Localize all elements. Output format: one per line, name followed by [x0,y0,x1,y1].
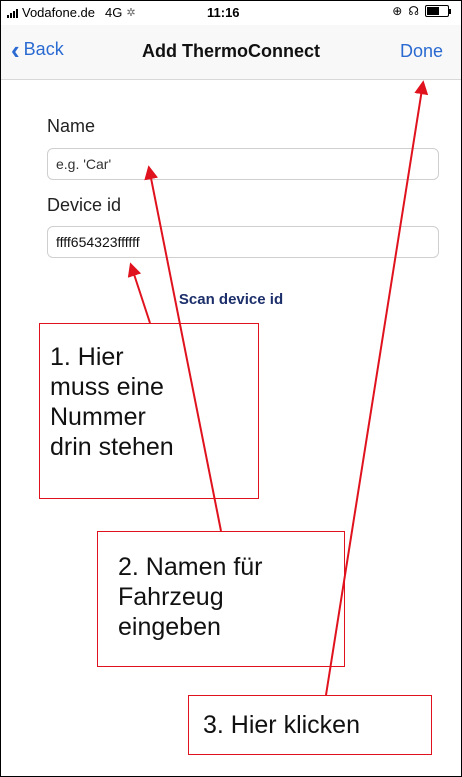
status-right: ⊕ ☊ [392,4,451,18]
annotation-text-2: 2. Namen für Fahrzeug eingeben [118,553,263,641]
phone-screen: Vodafone.de 4G ✲ 11:16 ⊕ ☊ ‹ Back Add Th… [0,0,462,777]
loading-icon: ✲ [126,7,136,19]
name-input[interactable] [47,148,439,180]
status-left: Vodafone.de 4G ✲ [7,5,136,20]
battery-cap [449,8,451,14]
annotation-box-2: 2. Namen für Fahrzeug eingeben [97,531,345,667]
network-label: 4G [105,5,123,20]
signal-icon [7,8,18,18]
annotation-text-3: 3. Hier klicken [203,711,360,739]
annotation-box-3: 3. Hier klicken [188,695,432,755]
status-time: 11:16 [207,5,240,20]
status-bar: Vodafone.de 4G ✲ 11:16 ⊕ ☊ [1,1,461,23]
name-label: Name [47,116,96,136]
navigation-bar: ‹ Back Add ThermoConnect Done [1,25,461,80]
device-id-label: Device id [47,195,122,215]
rotation-lock-icon: ⊕ [392,4,403,18]
battery-icon [425,5,449,17]
annotation-text-1: 1. Hier muss eine Nummer drin stehen [50,343,174,461]
done-button[interactable]: Done [400,41,443,62]
device-id-input[interactable] [47,226,439,258]
scan-device-id-button[interactable]: Scan device id [1,291,461,308]
headphones-icon: ☊ [408,4,419,18]
carrier-label: Vodafone.de [22,5,96,20]
page-title: Add ThermoConnect [142,41,320,61]
annotation-box-1: 1. Hier muss eine Nummer drin stehen [39,323,259,499]
